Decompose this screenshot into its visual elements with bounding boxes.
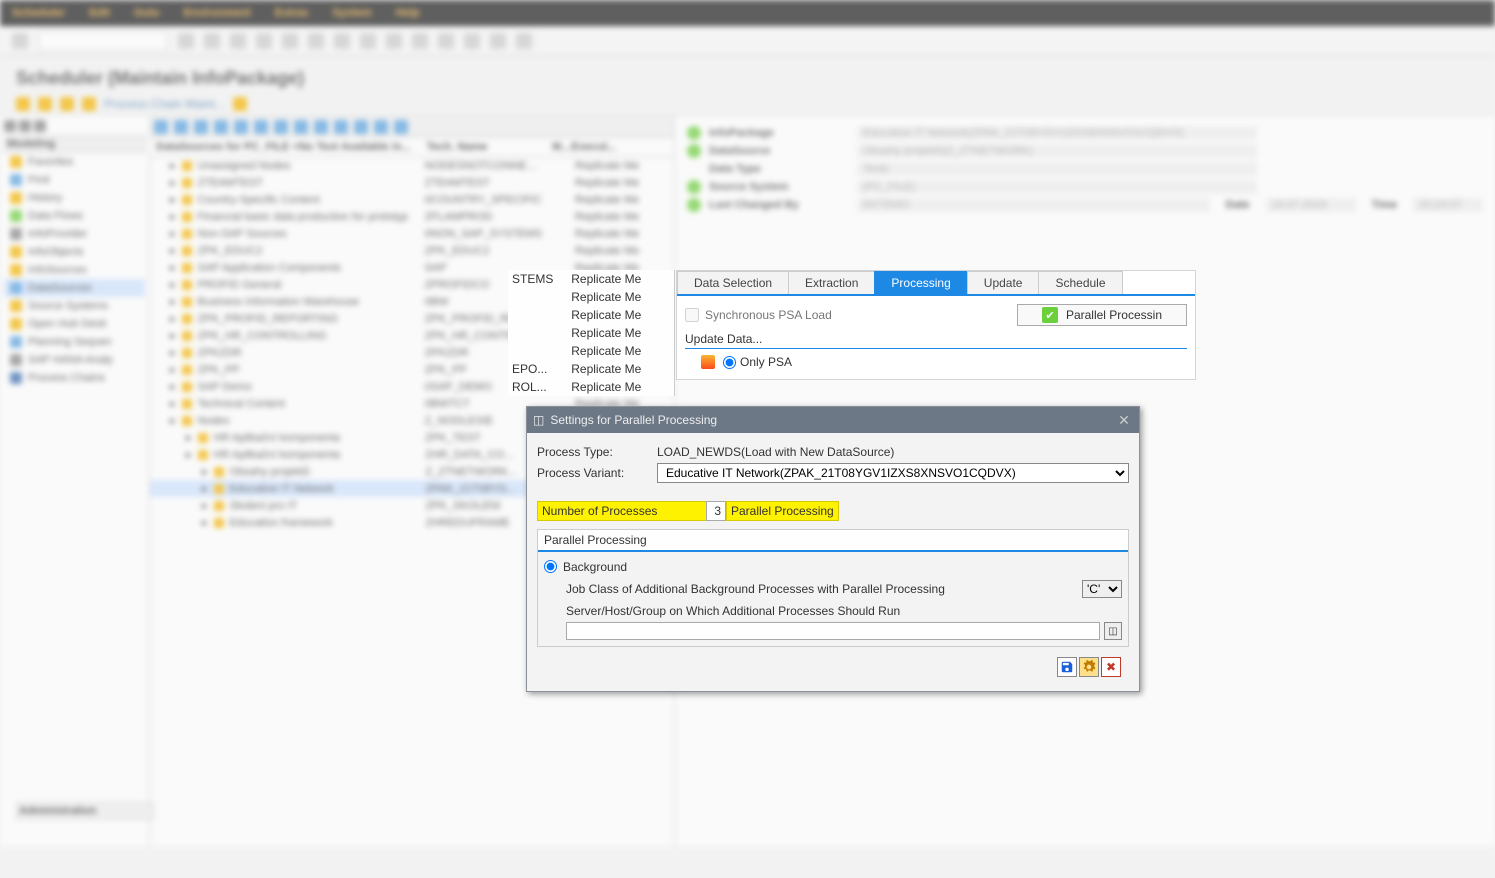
dialog-titlebar[interactable]: ◫ Settings for Parallel Processing ✕	[527, 407, 1139, 433]
nav-item[interactable]: InfoSources	[4, 261, 145, 279]
save-button[interactable]	[1057, 657, 1077, 677]
job-class-label: Job Class of Additional Background Proce…	[566, 582, 1082, 596]
server-group-label: Server/Host/Group on Which Additional Pr…	[566, 604, 1122, 618]
process-button[interactable]	[1079, 657, 1099, 677]
tab-schedule[interactable]: Schedule	[1038, 271, 1122, 294]
nav-item[interactable]: InfoObjects	[4, 243, 145, 261]
nav-item[interactable]: Open Hub Desti	[4, 315, 145, 333]
nav-item[interactable]: Find	[4, 171, 145, 189]
job-class-select[interactable]: 'C'	[1082, 580, 1122, 598]
nav-item[interactable]: Planning Sequen	[4, 333, 145, 351]
process-chain-link[interactable]: Process Chain Maint...	[104, 97, 225, 111]
system-toolbar[interactable]	[0, 26, 1495, 56]
tree-row[interactable]: ▸Non-SAP Sources0NON_SAP_SYSTEMSReplicat…	[150, 225, 674, 242]
gear-icon	[1082, 660, 1096, 674]
update-data-heading: Update Data...	[685, 332, 1187, 349]
num-processes-label: Number of Processes	[537, 501, 707, 521]
number-of-processes-row: Number of Processes 3 Parallel Processin…	[537, 501, 1129, 521]
group-title: Parallel Processing	[538, 530, 1128, 552]
nav-item[interactable]: Favorites	[4, 153, 145, 171]
tab-processing[interactable]: Processing	[874, 271, 967, 294]
cancel-button[interactable]: ✖	[1101, 657, 1121, 677]
nav-item[interactable]: History	[4, 189, 145, 207]
window-icon: ◫	[533, 413, 544, 427]
nav-item[interactable]: SAP HANA Analy	[4, 351, 145, 369]
parallel-processing-dialog: ◫ Settings for Parallel Processing ✕ Pro…	[526, 406, 1140, 692]
tree-row[interactable]: ▸Unassigned NodesNODESNOTCONNE...Replica…	[150, 157, 674, 174]
menu-bar[interactable]: SchedulerEditGoto EnvironmentExtrasSyste…	[0, 0, 1495, 26]
tree-row[interactable]: ▸ZPK_EDUC2ZPK_EDUC2Replicate Me	[150, 242, 674, 259]
tab-strip[interactable]: Data SelectionExtractionProcessingUpdate…	[677, 271, 1195, 296]
server-group-input[interactable]	[566, 622, 1100, 640]
nav-item[interactable]: InfoProvider	[4, 225, 145, 243]
process-type-value: LOAD_NEWDS(Load with New DataSource)	[657, 445, 1129, 459]
nav-item[interactable]: Process Chains	[4, 369, 145, 387]
tree-row[interactable]: ▸ZTEAMTESTZTEAMTESTReplicate Me	[150, 174, 674, 191]
nav-item[interactable]: Source Systems	[4, 297, 145, 315]
database-icon	[701, 355, 715, 369]
page-title: Scheduler (Maintain InfoPackage)	[0, 56, 1495, 93]
tree-row[interactable]: ▸Country-Specific Content0COUNTRY_SPECIF…	[150, 191, 674, 208]
value-help-icon[interactable]: ◫	[1104, 622, 1122, 640]
tree-row[interactable]: ▸Financial basic data production for pro…	[150, 208, 674, 225]
process-variant-label: Process Variant:	[537, 466, 657, 480]
only-psa-radio[interactable]: Only PSA	[723, 355, 792, 369]
tab-data-selection[interactable]: Data Selection	[677, 271, 789, 294]
infopackage-tabs-panel: Data SelectionExtractionProcessingUpdate…	[676, 270, 1196, 380]
tree-fragment: STEMSReplicate MeReplicate MeReplicate M…	[508, 270, 675, 396]
tab-update[interactable]: Update	[967, 271, 1040, 294]
nav-item[interactable]: DataSources	[4, 279, 145, 297]
check-icon: ✔	[1042, 307, 1058, 323]
floppy-icon	[1060, 660, 1074, 674]
close-icon[interactable]: ✕	[1115, 411, 1133, 429]
process-variant-select[interactable]: Educative IT Network(ZPAK_21T08YGV1IZXS8…	[657, 463, 1129, 483]
background-radio[interactable]: Background	[544, 558, 1122, 576]
num-processes-input[interactable]: 3	[706, 501, 726, 521]
parallel-processing-label: Parallel Processing	[726, 501, 839, 521]
nav-item[interactable]: Data Flows	[4, 207, 145, 225]
parallel-processing-button[interactable]: ✔ Parallel Processin	[1017, 304, 1187, 326]
dialog-title-text: Settings for Parallel Processing	[550, 413, 717, 427]
process-type-label: Process Type:	[537, 445, 657, 459]
left-nav[interactable]: Modeling FavoritesFindHistoryData FlowsI…	[0, 116, 150, 846]
synchronous-psa-checkbox[interactable]: Synchronous PSA Load	[685, 308, 832, 322]
tab-extraction[interactable]: Extraction	[788, 271, 875, 294]
